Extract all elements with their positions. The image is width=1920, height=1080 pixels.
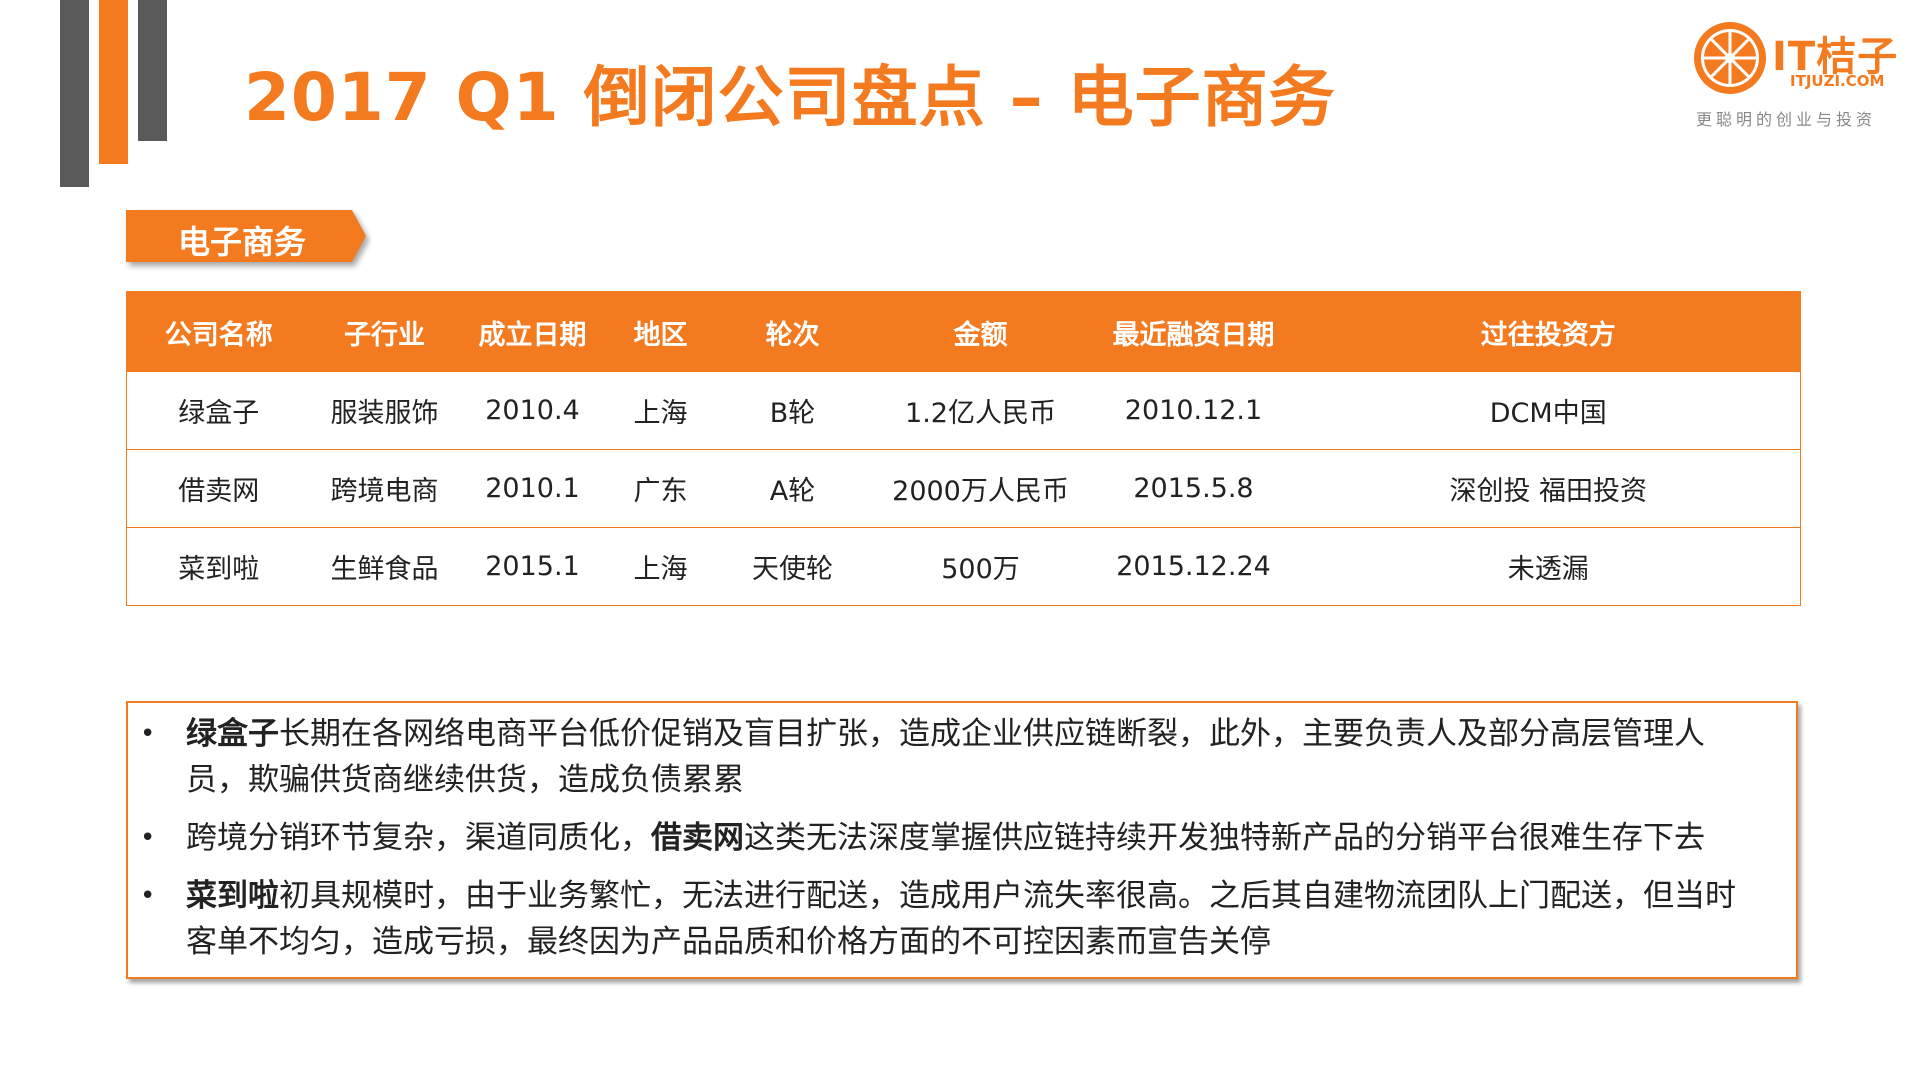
column-header: 成立日期 <box>458 291 607 372</box>
page-title: 2017 Q1 倒闭公司盘点 – 电子商务 <box>244 59 1336 136</box>
logo: IT桔子 ITJUZI.COM 更聪明的创业与投资 <box>1692 20 1902 130</box>
table-cell: 500万 <box>941 554 1020 585</box>
column-header: 过往投资方 <box>1296 291 1801 372</box>
column-header: 子行业 <box>310 291 459 372</box>
table-row: 绿盒子 服装服饰 2010.4 上海 B轮 1.2亿人民币 2010.12.1 … <box>126 372 1801 450</box>
section-tag: 电子商务 <box>126 210 366 262</box>
notes-box: • 绿盒子长期在各网络电商平台低价促销及盲目扩张，造成企业供应链断裂，此外，主要负… <box>126 701 1798 979</box>
note-company: 菜到啦 <box>186 878 279 914</box>
orange-slice-icon <box>1694 22 1766 94</box>
table-cell: 上海 <box>633 554 688 585</box>
table-cell: 2010.4 <box>458 372 607 450</box>
closed-companies-table: 公司名称 子行业 成立日期 地区 轮次 金额 最近融资日期 过往投资方 绿盒子 … <box>126 291 1801 606</box>
table-cell: 借卖网 <box>126 449 311 528</box>
table-cell: 2010.1 <box>458 449 607 528</box>
note-text: 长期在各网络电商平台低价促销及盲目扩张，造成企业供应链断裂，此外，主要负责人及部… <box>186 716 1705 798</box>
column-header: 轮次 <box>714 291 871 372</box>
table-cell: 广东 <box>606 449 715 528</box>
bullet-icon: • <box>140 823 156 853</box>
note-company: 绿盒子 <box>186 716 279 752</box>
table-cell: 2015.12.24 <box>1116 551 1271 582</box>
note-item: • 菜到啦初具规模时，由于业务繁忙，无法进行配送，造成用户流失率很高。之后其自建物… <box>140 873 1766 965</box>
bullet-icon: • <box>140 881 156 911</box>
table-cell: 天使轮 <box>752 554 833 585</box>
table-row: 菜到啦 生鲜食品 2015.1 上海 天使轮 500万 2015.12.24 未… <box>127 528 1801 606</box>
column-header: 最近融资日期 <box>1090 291 1297 372</box>
column-header: 金额 <box>870 291 1091 372</box>
table-cell: 跨境电商 <box>310 449 459 528</box>
bullet-icon: • <box>140 719 156 749</box>
note-text: 这类无法深度掌握供应链持续开发独特新产品的分销平台很难生存下去 <box>744 820 1705 856</box>
note-item: • 跨境分销环节复杂，渠道同质化，借卖网这类无法深度掌握供应链持续开发独特新产品的… <box>140 815 1766 861</box>
decorative-bar-gray-2 <box>138 0 167 141</box>
table-cell: 未透漏 <box>1507 554 1589 585</box>
note-text: 初具规模时，由于业务繁忙，无法进行配送，造成用户流失率很高。之后其自建物流团队上… <box>186 878 1736 960</box>
table-cell: 深创投 福田投资 <box>1296 449 1801 528</box>
logo-slogan: 更聪明的创业与投资 <box>1696 110 1877 129</box>
column-header: 地区 <box>606 291 715 372</box>
table-row: 借卖网 跨境电商 2010.1 广东 A轮 2000万人民币 2015.5.8 … <box>126 449 1801 528</box>
table-cell: 生鲜食品 <box>330 554 439 585</box>
table-cell: 1.2亿人民币 <box>870 372 1091 450</box>
column-header: 公司名称 <box>126 291 311 372</box>
note-company: 借卖网 <box>651 820 744 856</box>
table-cell: A轮 <box>714 449 871 528</box>
table-cell: 服装服饰 <box>310 372 459 450</box>
table-cell: 2000万人民币 <box>870 449 1091 528</box>
section-tag-label: 电子商务 <box>178 223 307 261</box>
table-cell: 菜到啦 <box>178 554 260 585</box>
slide: 2017 Q1 倒闭公司盘点 – 电子商务 IT桔子 ITJUZI.COM 更聪… <box>0 0 1920 1080</box>
table-cell: 绿盒子 <box>126 372 311 450</box>
table-cell: 上海 <box>606 372 715 450</box>
logo-url: ITJUZI.COM <box>1790 72 1885 90</box>
table-cell: 2015.5.8 <box>1090 449 1297 528</box>
table-header-row: 公司名称 子行业 成立日期 地区 轮次 金额 最近融资日期 过往投资方 <box>126 291 1801 372</box>
table-cell: 2015.1 <box>485 551 580 582</box>
decorative-bar-orange <box>99 0 128 164</box>
table-cell: B轮 <box>714 372 871 450</box>
table-cell: DCM中国 <box>1296 372 1801 450</box>
table-cell: 2010.12.1 <box>1090 372 1297 450</box>
note-item: • 绿盒子长期在各网络电商平台低价促销及盲目扩张，造成企业供应链断裂，此外，主要负… <box>140 711 1766 803</box>
note-text: 跨境分销环节复杂，渠道同质化， <box>186 820 651 856</box>
decorative-bar-gray-1 <box>60 0 89 187</box>
